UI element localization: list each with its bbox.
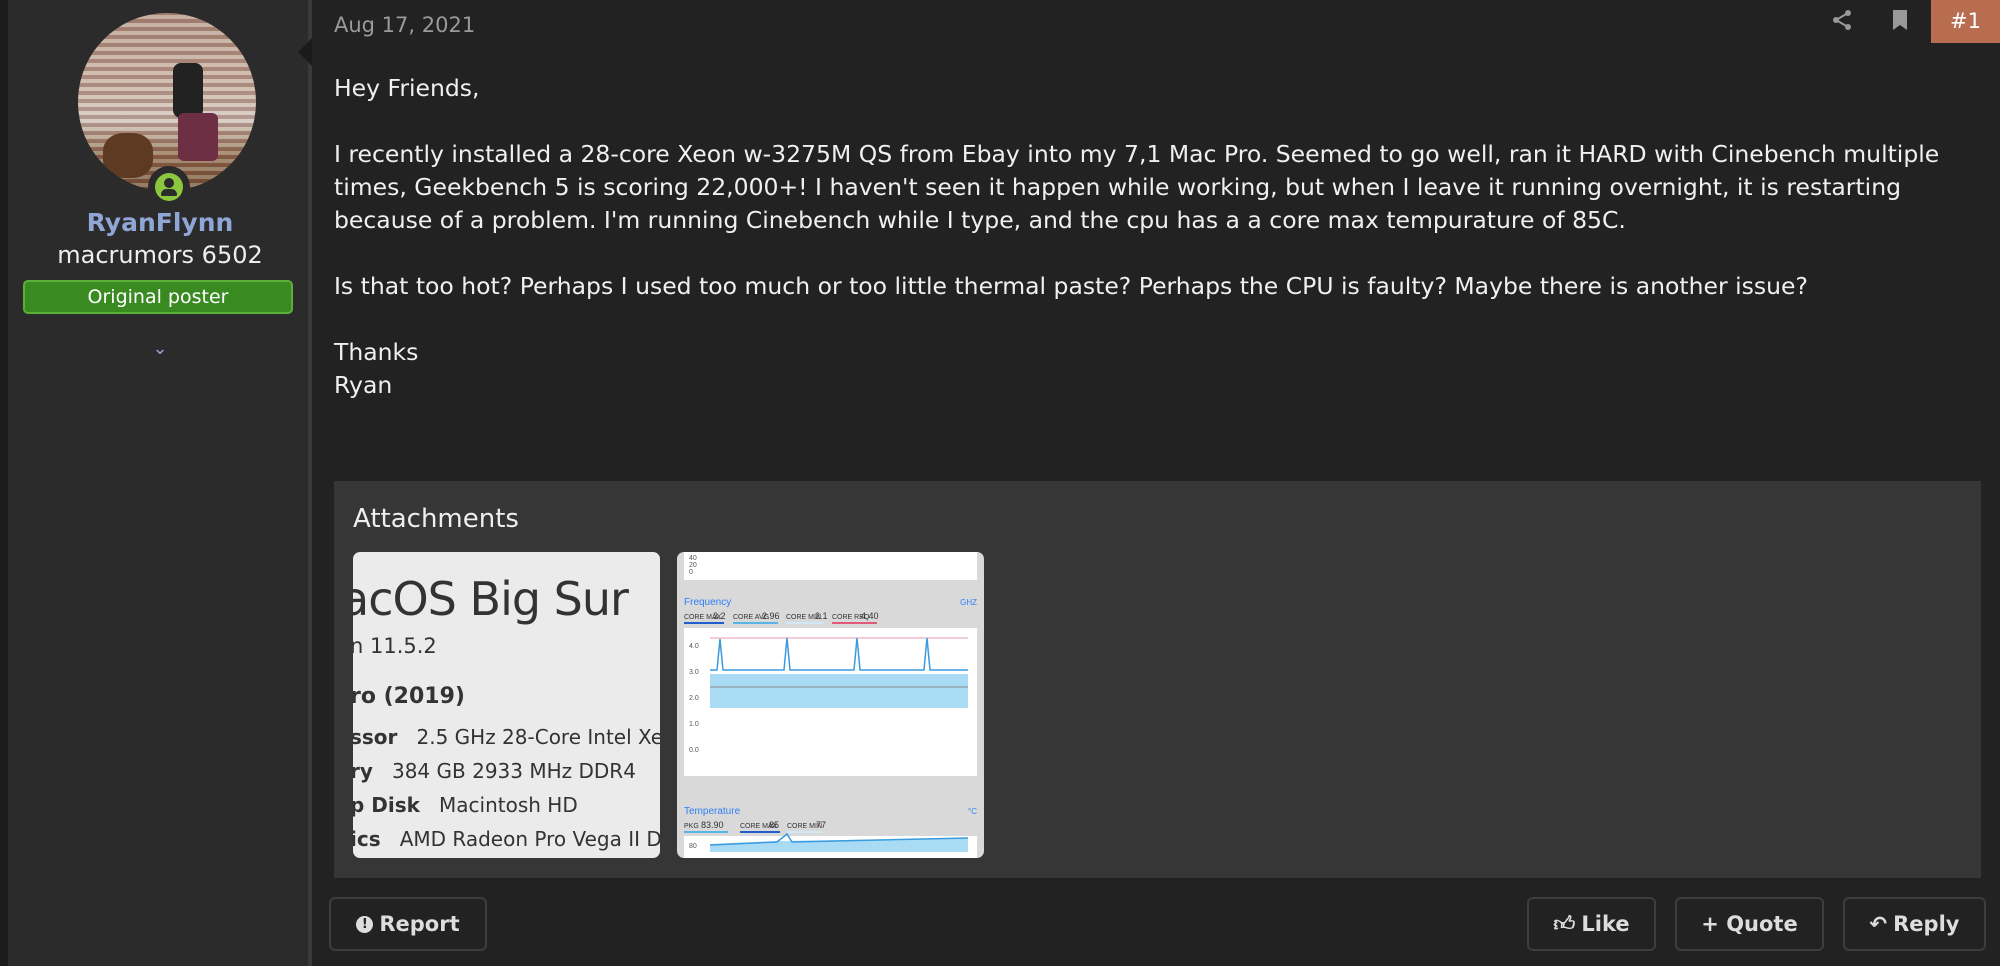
post-pointer [298,38,312,66]
signature: Ryan [334,371,393,399]
user-title: macrumors 6502 [57,241,263,269]
quote-button[interactable]: + Quote [1675,897,1824,951]
online-status-icon [148,166,190,208]
paragraph: Is that too hot? Perhaps I used too much… [334,272,1808,300]
spec-value: 2.5 GHz 28-Core Intel Xeon [416,725,661,749]
post-date[interactable]: Aug 17, 2021 [334,13,475,37]
tick: 0.0 [689,747,699,754]
post-body: Hey Friends, I recently installed a 28-c… [334,72,1974,402]
share-icon[interactable] [1830,8,1854,36]
spec-value: AMD Radeon Pro Vega II Duo [399,827,660,851]
stat-label: PKG [684,823,699,830]
os-name: acOS Big Sur [353,572,629,626]
attachments-block: Attachments acOS Big Sur n 11.5.2 ro (20… [334,481,1981,878]
attachment-thumbnail-cpu-monitor[interactable]: 40 20 0 Frequency GHZ CORE MAX 3.2 CORE … [677,552,984,858]
avatar[interactable] [78,13,256,191]
reply-arrow-icon: ↶ [1869,912,1888,936]
temperature-unit: °C [968,807,977,816]
frequency-unit: GHZ [960,598,977,607]
reply-button[interactable]: ↶ Reply [1843,897,1986,951]
attachment-thumbnail-about-mac[interactable]: acOS Big Sur n 11.5.2 ro (2019) ssor 2.5… [353,552,660,858]
tick: 3.0 [689,669,699,676]
chevron-down-icon[interactable]: ⌄ [148,338,172,359]
like-label: Like [1581,912,1630,936]
tick: 40 [689,555,697,562]
stat-value: 2.96 [762,611,780,621]
post-number[interactable]: #1 [1931,0,2000,43]
thumbs-up-icon: 👍︎ [1553,912,1576,936]
report-label: Report [379,912,460,936]
tick: 0 [689,569,693,576]
user-sidebar: RyanFlynn macrumors 6502 Original poster… [8,0,312,966]
temperature-title: Temperature [684,806,741,817]
bookmark-icon[interactable] [1890,8,1910,36]
original-poster-badge: Original poster [23,280,293,314]
spec-label: ry [353,759,373,783]
spec-label: ics [353,827,381,851]
greeting: Hey Friends, [334,74,480,102]
tick: 4.0 [689,643,699,650]
model: ro (2019) [353,684,465,709]
stat-value: 3.2 [713,611,726,621]
spec-label: p Disk [353,793,420,817]
tick: 1.0 [689,721,699,728]
stat-value: 85 [769,820,779,830]
frequency-title: Frequency [684,597,731,608]
paragraph: I recently installed a 28-core Xeon w-32… [334,140,1940,234]
username[interactable]: RyanFlynn [8,208,312,237]
alert-icon: ! [356,915,374,933]
stat-value: 77 [816,820,826,830]
spec-value: Macintosh HD [439,793,578,817]
spec-value: 384 GB 2933 MHz DDR4 [391,759,636,783]
tick: 2.0 [689,695,699,702]
stat-value: 2.1 [815,611,828,621]
like-button[interactable]: 👍︎ Like [1527,897,1656,951]
os-version: n 11.5.2 [353,634,437,658]
stat-value: 4.40 [861,611,879,621]
attachments-title: Attachments [353,504,519,534]
tick: 80 [689,843,697,850]
tick: 20 [689,562,697,569]
spec-label: ssor [353,725,398,749]
report-button[interactable]: ! Report [329,897,487,951]
quote-label: + Quote [1701,912,1798,936]
left-edge [0,0,8,966]
reply-label: Reply [1893,912,1960,936]
signoff: Thanks [334,338,419,366]
stat-value: 83.90 [701,820,724,830]
